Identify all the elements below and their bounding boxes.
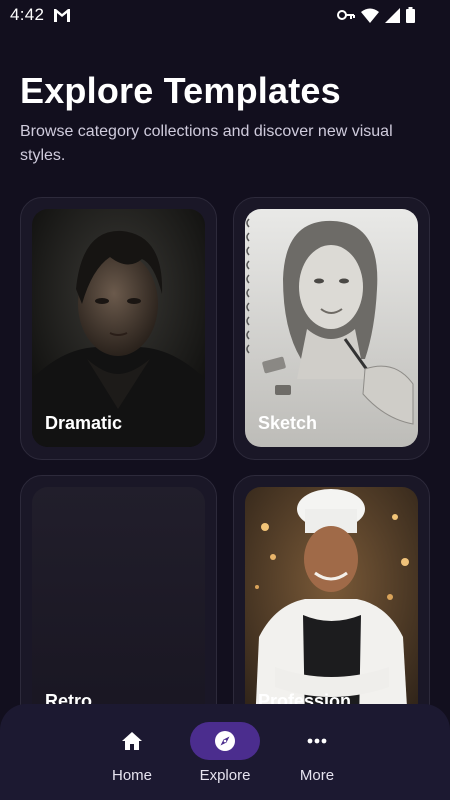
chef-portrait-image xyxy=(245,487,418,725)
template-card-dramatic[interactable]: Dramatic xyxy=(20,197,217,460)
home-icon xyxy=(122,732,142,750)
explore-screen: 4:42 Explore Templates Browse category c… xyxy=(0,0,450,800)
card-label: Sketch xyxy=(258,413,318,433)
sketch-portrait-image xyxy=(245,209,418,447)
page-title: Explore Templates xyxy=(20,70,341,111)
status-time: 4:42 xyxy=(10,5,45,24)
nav-item-more[interactable]: More xyxy=(277,722,357,784)
battery-icon xyxy=(406,7,415,23)
gmail-icon xyxy=(54,9,70,22)
bottom-navigation: Home Explore More xyxy=(0,704,450,800)
wifi-icon xyxy=(361,8,379,23)
signal-icon xyxy=(385,7,400,23)
nav-item-home[interactable]: Home xyxy=(92,722,172,784)
template-card-image: Profession xyxy=(245,487,418,725)
status-icons xyxy=(337,7,415,23)
nav-label: Explore xyxy=(199,767,251,784)
status-bar: 4:42 xyxy=(0,0,450,32)
template-card-image: Sketch xyxy=(245,209,418,447)
template-card-sketch[interactable]: Sketch xyxy=(233,197,430,460)
nav-item-explore[interactable]: Explore xyxy=(190,722,270,784)
template-card-placeholder: Retro xyxy=(32,487,205,725)
nav-label: Home xyxy=(111,767,152,784)
card-label: Dramatic xyxy=(45,413,123,433)
nav-label: More xyxy=(299,767,335,784)
vpn-key-icon xyxy=(337,10,355,20)
template-card-image: Dramatic xyxy=(32,209,205,447)
more-icon xyxy=(307,738,327,744)
page-subtitle: Browse category collections and discover… xyxy=(20,123,393,164)
template-card-retro[interactable]: Retro xyxy=(20,475,217,738)
template-card-profession[interactable]: Profession xyxy=(233,475,430,738)
dramatic-portrait-image xyxy=(32,209,205,447)
compass-icon xyxy=(215,731,235,751)
